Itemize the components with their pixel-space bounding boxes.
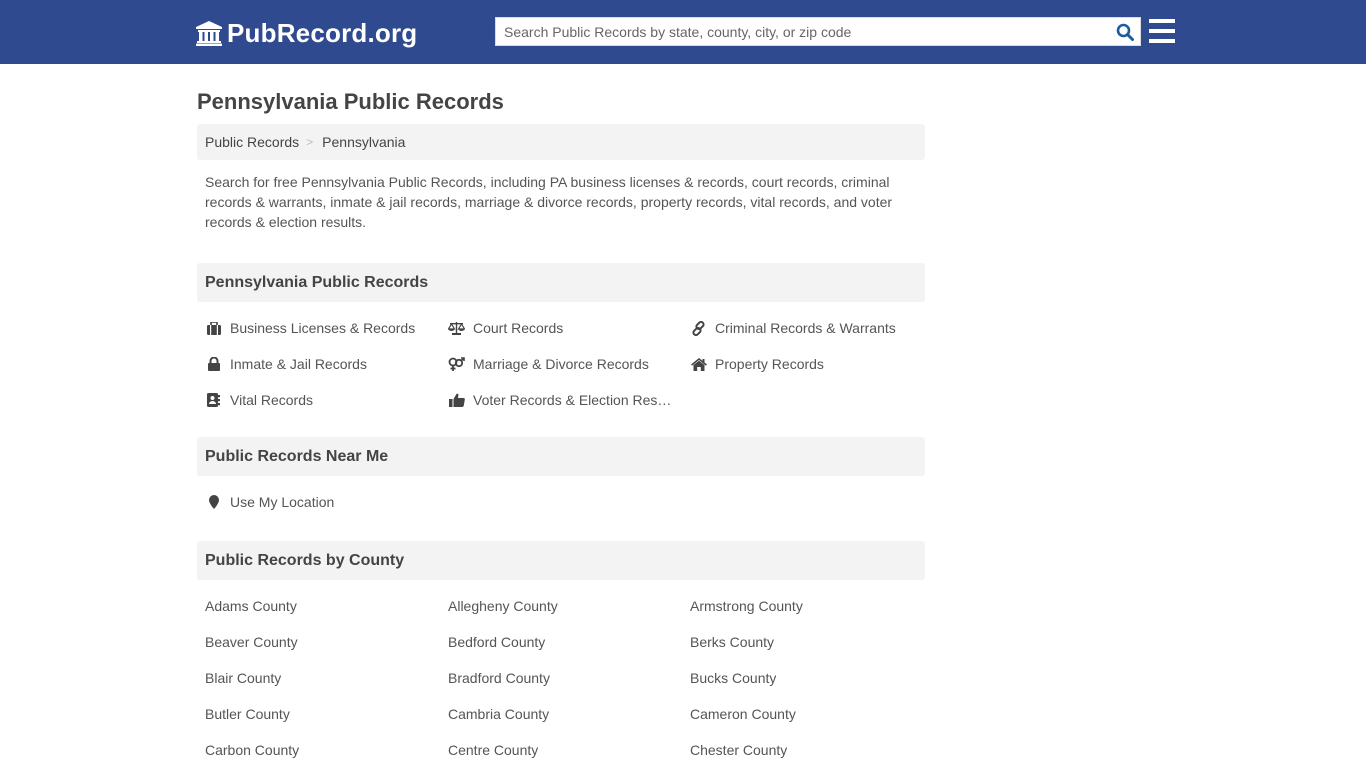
county-link[interactable]: Bradford County <box>448 660 690 696</box>
hamburger-menu-icon-bar <box>1149 19 1175 23</box>
county-grid: Adams County Allegheny County Armstrong Co… <box>197 588 925 768</box>
search-bar <box>495 17 1141 46</box>
county-link-label: Bucks County <box>690 670 777 686</box>
county-link[interactable]: Cambria County <box>448 696 690 732</box>
county-link-label: Carbon County <box>205 742 300 758</box>
record-link-label: Voter Records & Election Results <box>473 392 673 408</box>
page-description: Search for free Pennsylvania Public Reco… <box>205 174 893 230</box>
breadcrumb-public-records[interactable]: Public Records <box>205 134 299 150</box>
record-link-business[interactable]: Business Licenses & Records <box>205 310 448 346</box>
county-link[interactable]: Cameron County <box>690 696 933 732</box>
county-link[interactable]: Allegheny County <box>448 588 690 624</box>
hamburger-menu-icon-bar <box>1149 29 1175 33</box>
link-icon <box>690 320 707 336</box>
county-link-label: Armstrong County <box>690 598 803 614</box>
record-link-label: Business Licenses & Records <box>230 320 416 336</box>
record-link-vital[interactable]: Vital Records <box>205 382 448 418</box>
county-link-label: Butler County <box>205 706 290 722</box>
section-heading-by-county: Public Records by County <box>197 541 925 580</box>
records-category-grid: Business Licenses & Records Court Record… <box>197 310 925 418</box>
site-header: PubRecord.org <box>0 0 1366 64</box>
record-link-criminal[interactable]: Criminal Records & Warrants <box>690 310 933 346</box>
main-content: Pennsylvania Public Records Public Recor… <box>197 64 925 768</box>
lock-icon <box>205 357 222 372</box>
county-link-label: Centre County <box>448 742 539 758</box>
record-link-inmate[interactable]: Inmate & Jail Records <box>205 346 448 382</box>
record-link-label: Property Records <box>715 356 824 372</box>
county-link[interactable]: Bucks County <box>690 660 933 696</box>
use-my-location-link[interactable]: Use My Location <box>205 484 925 520</box>
county-link-label: Allegheny County <box>448 598 558 614</box>
thumbs-up-icon <box>448 393 465 408</box>
breadcrumb: Public Records > Pennsylvania <box>197 124 925 160</box>
county-link-label: Chester County <box>690 742 788 758</box>
search-icon <box>1116 23 1134 41</box>
county-link-label: Cambria County <box>448 706 550 722</box>
county-link-label: Berks County <box>690 634 775 650</box>
county-link[interactable]: Blair County <box>205 660 448 696</box>
site-logo[interactable]: PubRecord.org <box>195 17 417 49</box>
page-title: Pennsylvania Public Records <box>197 89 504 114</box>
county-link-label: Bedford County <box>448 634 546 650</box>
breadcrumb-separator: > <box>306 135 314 149</box>
record-link-label: Marriage & Divorce Records <box>473 356 649 372</box>
record-link-marriage[interactable]: Marriage & Divorce Records <box>448 346 690 382</box>
county-link[interactable]: Chester County <box>690 732 933 768</box>
use-my-location-label: Use My Location <box>230 494 335 510</box>
county-link[interactable]: Berks County <box>690 624 933 660</box>
county-link[interactable]: Butler County <box>205 696 448 732</box>
county-link[interactable]: Centre County <box>448 732 690 768</box>
home-icon <box>690 357 707 372</box>
record-link-label: Vital Records <box>230 392 314 408</box>
hamburger-menu-icon-bar <box>1149 39 1175 43</box>
county-link[interactable]: Bedford County <box>448 624 690 660</box>
search-input[interactable] <box>496 18 1110 45</box>
section-heading-records: Pennsylvania Public Records <box>197 263 925 302</box>
site-logo-text: PubRecord.org <box>227 17 418 48</box>
record-link-label: Inmate & Jail Records <box>230 356 367 372</box>
county-link-label: Cameron County <box>690 706 796 722</box>
record-link-court[interactable]: Court Records <box>448 310 690 346</box>
section-heading-near-me: Public Records Near Me <box>197 437 925 476</box>
address-book-icon <box>205 393 222 408</box>
near-me-list: Use My Location <box>197 484 925 520</box>
county-link-label: Blair County <box>205 670 282 686</box>
county-link[interactable]: Carbon County <box>205 732 448 768</box>
record-link-voter[interactable]: Voter Records & Election Results <box>448 382 690 418</box>
county-link-label: Adams County <box>205 598 297 614</box>
record-link-label: Criminal Records & Warrants <box>715 320 896 336</box>
record-link-property[interactable]: Property Records <box>690 346 933 382</box>
county-link[interactable]: Armstrong County <box>690 588 933 624</box>
briefcase-icon <box>205 321 222 336</box>
county-link-label: Beaver County <box>205 634 298 650</box>
hamburger-menu-button[interactable] <box>1149 19 1175 43</box>
courthouse-icon <box>196 21 222 46</box>
balance-scale-icon <box>448 321 465 336</box>
county-link-label: Bradford County <box>448 670 550 686</box>
search-button[interactable] <box>1110 18 1140 45</box>
map-marker-icon <box>205 495 222 510</box>
county-link[interactable]: Beaver County <box>205 624 448 660</box>
breadcrumb-pennsylvania[interactable]: Pennsylvania <box>322 134 405 150</box>
county-link[interactable]: Adams County <box>205 588 448 624</box>
venus-mars-icon <box>448 357 465 372</box>
record-link-label: Court Records <box>473 320 564 336</box>
